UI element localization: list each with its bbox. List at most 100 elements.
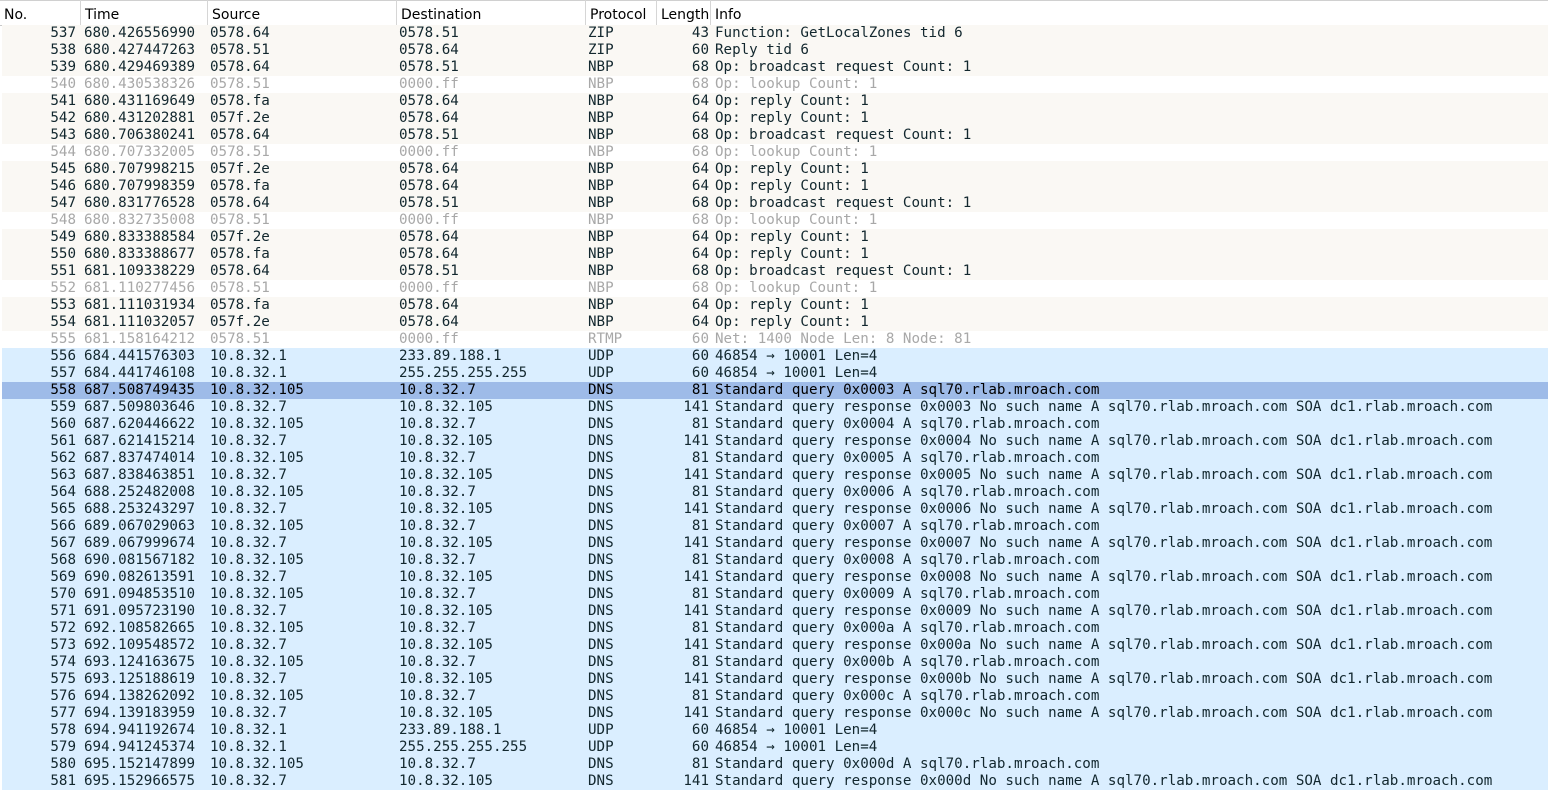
packet-row[interactable]: 553 681.111031934 0578.fa 0578.64 NBP 64 Op: r…: [2, 297, 1548, 314]
packet-info: Op: broadcast request Count: 1: [715, 195, 972, 211]
packet-row[interactable]: 547 680.831776528 0578.64 0578.51 NBP 68 Op: b…: [2, 195, 1548, 212]
packet-row[interactable]: 554 681.111032057 057f.2e 0578.64 NBP 64 Op: r…: [2, 314, 1548, 331]
packet-row[interactable]: 568 690.081567182 10.8.32.105 10.8.32.7 DNS 8…: [2, 552, 1548, 569]
packet-row[interactable]: 557 684.441746108 10.8.32.1 255.255.255.255…: [2, 365, 1548, 382]
packet-row[interactable]: 558 687.508749435 10.8.32.105 10.8.32.7 DNS 8…: [2, 382, 1548, 399]
packet-time: 680.707998215: [84, 161, 196, 177]
packet-row[interactable]: 580 695.152147899 10.8.32.105 10.8.32.7 DNS 8…: [2, 756, 1548, 773]
packet-length: 68: [691, 127, 709, 143]
packet-row[interactable]: 577 694.139183959 10.8.32.7 10.8.32.105 DNS 1…: [2, 705, 1548, 722]
packet-length: 141: [683, 467, 709, 483]
packet-row[interactable]: 567 689.067999674 10.8.32.7 10.8.32.105 DNS 1…: [2, 535, 1548, 552]
packet-time: 681.110277456: [84, 280, 196, 296]
packet-source: 057f.2e: [210, 161, 270, 177]
packet-row[interactable]: 540 680.430538326 0578.51 0000.ff NBP 68 Op: l…: [2, 76, 1548, 93]
packet-source: 0578.fa: [210, 246, 270, 262]
packet-row[interactable]: 538 680.427447263 0578.51 0578.64 ZIP 60 Reply…: [2, 42, 1548, 59]
packet-row[interactable]: 562 687.837474014 10.8.32.105 10.8.32.7 DNS 8…: [2, 450, 1548, 467]
column-header-source[interactable]: Source: [208, 0, 397, 25]
packet-destination: 10.8.32.7: [399, 620, 476, 636]
packet-number: 541: [50, 93, 76, 109]
packet-source: 10.8.32.7: [210, 637, 287, 653]
packet-row[interactable]: 564 688.252482008 10.8.32.105 10.8.32.7 DNS 8…: [2, 484, 1548, 501]
packet-protocol: UDP: [588, 348, 614, 364]
packet-row[interactable]: 576 694.138262092 10.8.32.105 10.8.32.7 DNS 8…: [2, 688, 1548, 705]
packet-row[interactable]: 560 687.620446622 10.8.32.105 10.8.32.7 DNS 8…: [2, 416, 1548, 433]
packet-row[interactable]: 539 680.429469389 0578.64 0578.51 NBP 68 Op: b…: [2, 59, 1548, 76]
packet-row[interactable]: 573 692.109548572 10.8.32.7 10.8.32.105 DNS 1…: [2, 637, 1548, 654]
packet-row[interactable]: 565 688.253243297 10.8.32.7 10.8.32.105 DNS 1…: [2, 501, 1548, 518]
packet-number: 542: [50, 110, 76, 126]
packet-time: 687.837474014: [84, 450, 196, 466]
packet-row[interactable]: 544 680.707332005 0578.51 0000.ff NBP 68 Op: l…: [2, 144, 1548, 161]
packet-info: Standard query response 0x000a No such n…: [715, 637, 1493, 653]
packet-number: 551: [50, 263, 76, 279]
packet-destination: 10.8.32.7: [399, 450, 476, 466]
packet-row[interactable]: 556 684.441576303 10.8.32.1 233.89.188.1 UDP…: [2, 348, 1548, 365]
packet-protocol: NBP: [588, 76, 614, 92]
packet-row[interactable]: 569 690.082613591 10.8.32.7 10.8.32.105 DNS 1…: [2, 569, 1548, 586]
packet-destination: 10.8.32.105: [399, 671, 493, 687]
packet-destination: 10.8.32.105: [399, 467, 493, 483]
packet-row[interactable]: 546 680.707998359 0578.fa 0578.64 NBP 64 Op: r…: [2, 178, 1548, 195]
packet-source: 10.8.32.105: [210, 586, 304, 602]
packet-row[interactable]: 555 681.158164212 0578.51 0000.ff RTMP 60 Net:…: [2, 331, 1548, 348]
packet-time: 681.158164212: [84, 331, 196, 347]
packet-row[interactable]: 559 687.509803646 10.8.32.7 10.8.32.105 DNS 1…: [2, 399, 1548, 416]
packet-row[interactable]: 545 680.707998215 057f.2e 0578.64 NBP 64 Op: r…: [2, 161, 1548, 178]
packet-row[interactable]: 552 681.110277456 0578.51 0000.ff NBP 68 Op: l…: [2, 280, 1548, 297]
packet-row[interactable]: 543 680.706380241 0578.64 0578.51 NBP 68 Op: b…: [2, 127, 1548, 144]
packet-row[interactable]: 581 695.152966575 10.8.32.7 10.8.32.105 DNS 1…: [2, 773, 1548, 790]
packet-row[interactable]: 542 680.431202881 057f.2e 0578.64 NBP 64 Op: r…: [2, 110, 1548, 127]
packet-info: Standard query 0x000b A sql70.rlab.mroac…: [715, 654, 1100, 670]
packet-row[interactable]: 551 681.109338229 0578.64 0578.51 NBP 68 Op: b…: [2, 263, 1548, 280]
packet-row[interactable]: 537 680.426556990 0578.64 0578.51 ZIP 43 Funct…: [2, 25, 1548, 42]
packet-row[interactable]: 561 687.621415214 10.8.32.7 10.8.32.105 DNS 1…: [2, 433, 1548, 450]
packet-row[interactable]: 550 680.833388677 0578.fa 0578.64 NBP 64 Op: r…: [2, 246, 1548, 263]
column-header-destination[interactable]: Destination: [397, 0, 586, 25]
packet-protocol: DNS: [588, 382, 614, 398]
packet-row[interactable]: 571 691.095723190 10.8.32.7 10.8.32.105 DNS 1…: [2, 603, 1548, 620]
packet-length: 81: [691, 416, 709, 432]
packet-info: Op: lookup Count: 1: [715, 212, 878, 228]
packet-row[interactable]: 570 691.094853510 10.8.32.105 10.8.32.7 DNS 8…: [2, 586, 1548, 603]
packet-source: 10.8.32.105: [210, 688, 304, 704]
packet-number: 538: [50, 42, 76, 58]
packet-row[interactable]: 541 680.431169649 0578.fa 0578.64 NBP 64 Op: r…: [2, 93, 1548, 110]
packet-time: 681.111032057: [84, 314, 196, 330]
packet-number: 556: [50, 348, 76, 364]
packet-row[interactable]: 578 694.941192674 10.8.32.1 233.89.188.1 UDP…: [2, 722, 1548, 739]
column-header-time[interactable]: Time: [81, 0, 208, 25]
packet-number: 559: [50, 399, 76, 415]
packet-row[interactable]: 566 689.067029063 10.8.32.105 10.8.32.7 DNS 8…: [2, 518, 1548, 535]
packet-length: 64: [691, 229, 709, 245]
packet-row[interactable]: 549 680.833388584 057f.2e 0578.64 NBP 64 Op: r…: [2, 229, 1548, 246]
packet-destination: 0000.ff: [399, 212, 459, 228]
packet-row[interactable]: 548 680.832735008 0578.51 0000.ff NBP 68 Op: l…: [2, 212, 1548, 229]
packet-info: Standard query response 0x0005 No such n…: [715, 467, 1493, 483]
packet-protocol: NBP: [588, 246, 614, 262]
packet-row[interactable]: 572 692.108582665 10.8.32.105 10.8.32.7 DNS 8…: [2, 620, 1548, 637]
packet-protocol: DNS: [588, 637, 614, 653]
packet-row[interactable]: 579 694.941245374 10.8.32.1 255.255.255.255…: [2, 739, 1548, 756]
packet-protocol: NBP: [588, 110, 614, 126]
packet-number: 566: [50, 518, 76, 534]
packet-length: 141: [683, 705, 709, 721]
packet-protocol: UDP: [588, 722, 614, 738]
column-header-no[interactable]: No.: [0, 0, 81, 25]
packet-info: Op: lookup Count: 1: [715, 144, 878, 160]
column-header-protocol[interactable]: Protocol: [586, 0, 657, 25]
column-header-info[interactable]: Info: [711, 0, 1548, 25]
packet-row[interactable]: 575 693.125188619 10.8.32.7 10.8.32.105 DNS 1…: [2, 671, 1548, 688]
packet-destination: 233.89.188.1: [399, 722, 502, 738]
packet-info: Standard query response 0x000d No such n…: [715, 773, 1493, 789]
packet-source: 10.8.32.105: [210, 484, 304, 500]
packet-source: 10.8.32.105: [210, 552, 304, 568]
column-header-length[interactable]: Length: [657, 0, 711, 25]
packet-number: 544: [50, 144, 76, 160]
packet-source: 10.8.32.105: [210, 518, 304, 534]
packet-length: 141: [683, 671, 709, 687]
packet-time: 681.109338229: [84, 263, 196, 279]
packet-row[interactable]: 563 687.838463851 10.8.32.7 10.8.32.105 DNS 1…: [2, 467, 1548, 484]
packet-row[interactable]: 574 693.124163675 10.8.32.105 10.8.32.7 DNS 8…: [2, 654, 1548, 671]
